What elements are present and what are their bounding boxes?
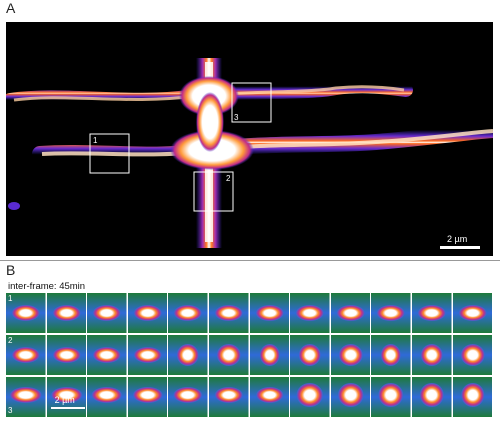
timelapse-grid: 1 2 3 2 µm — [6, 293, 493, 419]
frame-tile-row3-5 — [168, 377, 208, 417]
frame-tile-row3-9 — [330, 377, 371, 417]
frame-tile-row1-6 — [209, 293, 249, 333]
frame-tile-row3-1: 3 — [6, 377, 46, 417]
frame-tile-row1-7 — [249, 293, 290, 333]
scale-bar-a — [440, 246, 480, 249]
scale-bar-b-label: 2 µm — [54, 395, 75, 405]
box-label-1: 1 — [93, 136, 98, 145]
frame-tile-row2-7 — [249, 335, 290, 375]
box-label-3: 3 — [234, 113, 239, 122]
frame-tile-row3-8 — [290, 377, 330, 417]
row-label-2: 2 — [8, 336, 13, 345]
frame-tile-row2-5 — [168, 335, 208, 375]
frame-tile-row1-1: 1 — [6, 293, 46, 333]
scale-bar-a-label: 2 µm — [447, 234, 467, 244]
frame-tile-row3-7 — [249, 377, 290, 417]
frame-tile-row3-12 — [452, 377, 493, 417]
frame-tile-row2-12 — [452, 335, 493, 375]
row-label-3: 3 — [8, 406, 13, 415]
frame-tile-row2-3 — [87, 335, 127, 375]
frame-tile-row1-5 — [168, 293, 208, 333]
frame-tile-row3-4 — [127, 377, 168, 417]
frame-tile-row1-10 — [371, 293, 411, 333]
frame-tile-row2-1: 2 — [6, 335, 46, 375]
frame-tile-row1-4 — [127, 293, 168, 333]
frame-tile-row3-3 — [87, 377, 127, 417]
frame-tile-row2-10 — [371, 335, 411, 375]
frame-tile-row2-4 — [127, 335, 168, 375]
frame-tile-row2-11 — [412, 335, 452, 375]
panel-divider — [0, 260, 500, 261]
frame-tile-row2-8 — [290, 335, 330, 375]
frame-tile-row1-3 — [87, 293, 127, 333]
frame-tile-row1-12 — [452, 293, 493, 333]
frame-tile-row1-11 — [412, 293, 452, 333]
frame-tile-row2-9 — [330, 335, 371, 375]
frame-tile-row1-9 — [330, 293, 371, 333]
scale-bar-b — [50, 407, 85, 409]
inter-frame-caption: inter-frame: 45min — [8, 281, 86, 292]
frame-tile-row3-11 — [412, 377, 452, 417]
box-label-2: 2 — [226, 174, 231, 183]
frame-tile-row1-8 — [290, 293, 330, 333]
frame-tile-row2-2 — [46, 335, 87, 375]
microscopy-image-panel-a: 1 2 3 2 µm — [6, 22, 493, 256]
frame-tile-row3-6 — [209, 377, 249, 417]
panel-a-letter: A — [6, 0, 16, 16]
panel-b-letter: B — [6, 262, 16, 278]
row-label-1: 1 — [8, 294, 13, 303]
frame-tile-row2-6 — [209, 335, 249, 375]
frame-tile-row1-2 — [46, 293, 87, 333]
frame-tile-row3-10 — [371, 377, 411, 417]
